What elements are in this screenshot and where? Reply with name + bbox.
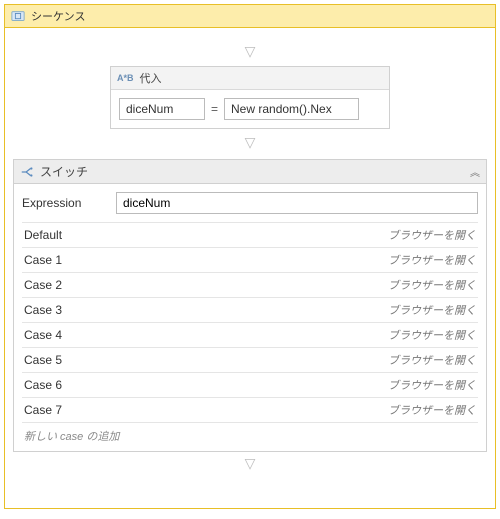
switch-title: スイッチ: [40, 163, 88, 180]
case-row[interactable]: Case 7 ブラウザーを開く: [22, 397, 478, 422]
sequence-card[interactable]: シーケンス ▽ A*B 代入 = ▽: [4, 4, 496, 509]
case-row[interactable]: Case 5 ブラウザーを開く: [22, 347, 478, 372]
case-label: Case 6: [24, 378, 62, 392]
case-list: Default ブラウザーを開く Case 1 ブラウザーを開く Case 2 ブラウザー…: [22, 222, 478, 422]
switch-icon: [20, 165, 34, 179]
switch-header[interactable]: スイッチ ︽: [14, 160, 486, 184]
sequence-body: ▽ A*B 代入 = ▽: [5, 28, 495, 484]
case-label: Case 5: [24, 353, 62, 367]
add-case-hint[interactable]: 新しい case の追加: [22, 422, 478, 449]
expression-row: Expression: [22, 192, 478, 214]
assign-header[interactable]: A*B 代入: [111, 67, 389, 90]
case-label: Case 1: [24, 253, 62, 267]
assign-title: 代入: [140, 70, 162, 86]
case-action: ブラウザーを開く: [388, 352, 476, 368]
assign-body: =: [111, 90, 389, 128]
case-label: Case 4: [24, 328, 62, 342]
case-action: ブラウザーを開く: [388, 252, 476, 268]
case-label: Case 2: [24, 278, 62, 292]
case-row[interactable]: Default ブラウザーを開く: [22, 222, 478, 247]
case-row[interactable]: Case 4 ブラウザーを開く: [22, 322, 478, 347]
case-action: ブラウザーを開く: [388, 377, 476, 393]
assign-to-input[interactable]: [119, 98, 205, 120]
assign-value-input[interactable]: [224, 98, 359, 120]
case-row[interactable]: Case 1 ブラウザーを開く: [22, 247, 478, 272]
flow-arrow-mid[interactable]: ▽: [245, 135, 256, 149]
case-row[interactable]: Case 3 ブラウザーを開く: [22, 297, 478, 322]
sequence-header[interactable]: シーケンス: [5, 5, 495, 28]
collapse-icon[interactable]: ︽: [470, 164, 480, 179]
case-action: ブラウザーを開く: [388, 402, 476, 418]
case-label: Default: [24, 228, 62, 242]
expression-input[interactable]: [116, 192, 478, 214]
case-action: ブラウザーを開く: [388, 227, 476, 243]
assign-card[interactable]: A*B 代入 =: [110, 66, 390, 129]
flow-arrow-top[interactable]: ▽: [245, 44, 256, 58]
switch-card[interactable]: スイッチ ︽ Expression Default ブラウザーを開く Case 1 ブ…: [13, 159, 487, 452]
sequence-icon: [11, 9, 25, 23]
equals-label: =: [211, 102, 218, 116]
expression-label: Expression: [22, 196, 108, 210]
case-row[interactable]: Case 6 ブラウザーを開く: [22, 372, 478, 397]
assign-icon: A*B: [117, 73, 134, 83]
sequence-title: シーケンス: [31, 8, 85, 24]
case-action: ブラウザーを開く: [388, 302, 476, 318]
case-action: ブラウザーを開く: [388, 277, 476, 293]
case-label: Case 3: [24, 303, 62, 317]
switch-body: Expression Default ブラウザーを開く Case 1 ブラウザーを開く…: [14, 184, 486, 451]
case-row[interactable]: Case 2 ブラウザーを開く: [22, 272, 478, 297]
case-action: ブラウザーを開く: [388, 327, 476, 343]
case-label: Case 7: [24, 403, 62, 417]
flow-arrow-bottom[interactable]: ▽: [245, 456, 256, 470]
